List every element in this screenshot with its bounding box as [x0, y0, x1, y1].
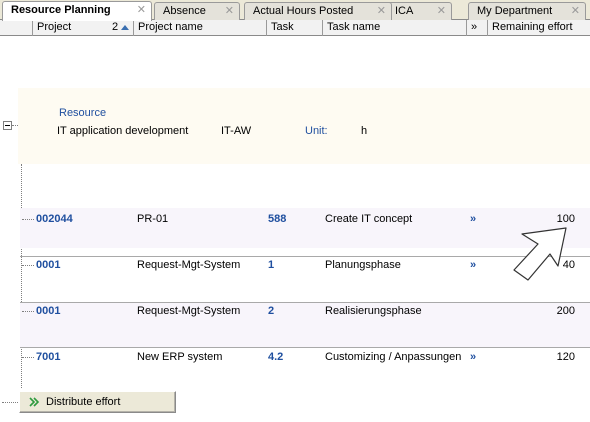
resource-heading: Resource: [59, 107, 107, 119]
tab-my-department[interactable]: My Department ✕: [468, 2, 586, 20]
tree-connector: [22, 357, 34, 358]
task-link[interactable]: 1: [268, 259, 274, 271]
distribute-effort-label: Distribute effort: [46, 396, 121, 408]
task-name: Create IT concept: [325, 213, 413, 225]
tree-connector: [22, 311, 34, 312]
column-more[interactable]: »: [466, 20, 487, 36]
details-chevron-icon[interactable]: »: [470, 259, 476, 271]
collapse-toggle-icon[interactable]: [3, 121, 12, 130]
details-chevron-icon[interactable]: »: [470, 351, 476, 363]
tab-absence[interactable]: Absence ✕: [154, 2, 240, 20]
tab-resource-planning[interactable]: Resource Planning ✕: [2, 1, 152, 21]
project-name: Request-Mgt-System: [137, 305, 241, 317]
project-name: Request-Mgt-System: [137, 259, 241, 271]
project-link[interactable]: 0001: [36, 259, 60, 271]
tab-label: Absence: [163, 5, 206, 17]
close-icon[interactable]: ✕: [137, 2, 146, 18]
column-project-name[interactable]: Project name: [133, 20, 265, 36]
tab-ica[interactable]: ICA ✕: [386, 2, 452, 20]
resource-name: IT application development: [57, 125, 189, 137]
tree-connector: [2, 402, 20, 403]
project-name: PR-01: [137, 213, 169, 225]
project-link[interactable]: 7001: [36, 351, 60, 363]
sort-index: 2: [112, 21, 119, 33]
unit-value: h: [361, 125, 368, 137]
remaining-effort-value[interactable]: 120: [515, 351, 575, 363]
sort-ascending-icon[interactable]: [121, 25, 129, 30]
project-link[interactable]: 0001: [36, 305, 60, 317]
column-more-label: »: [471, 21, 478, 33]
tab-label: My Department: [477, 5, 553, 17]
column-project-label: Project: [37, 21, 72, 33]
task-name: Planungsphase: [325, 259, 401, 271]
project-link[interactable]: 002044: [36, 213, 73, 225]
close-icon[interactable]: ✕: [225, 3, 234, 19]
close-icon[interactable]: ✕: [437, 3, 446, 19]
column-task-name-label: Task name: [327, 21, 381, 33]
column-task[interactable]: Task: [266, 20, 322, 36]
row-divider: [20, 347, 590, 348]
column-remaining-effort[interactable]: Remaining effort: [487, 20, 590, 36]
unit-label: Unit:: [305, 125, 328, 137]
tree-connector: [12, 125, 18, 126]
tree-connector: [22, 265, 34, 266]
close-icon[interactable]: ✕: [377, 3, 386, 19]
close-icon[interactable]: ✕: [571, 3, 580, 19]
task-link[interactable]: 4.2: [268, 351, 283, 363]
task-link[interactable]: 2: [268, 305, 274, 317]
column-task-name[interactable]: Task name: [322, 20, 466, 36]
table-row[interactable]: [20, 208, 590, 248]
chevron-right-icon: [29, 397, 40, 407]
tree-line: [21, 164, 22, 388]
tab-label: ICA: [395, 5, 414, 17]
task-link[interactable]: 588: [268, 213, 286, 225]
tree-connector: [22, 219, 34, 220]
column-task-label: Task: [271, 21, 294, 33]
tab-strip: My Department ✕ ICA ✕ Actual Hours Poste…: [0, 0, 590, 21]
remaining-effort-value[interactable]: 200: [515, 305, 575, 317]
task-name: Realisierungsphase: [325, 305, 422, 317]
details-chevron-icon[interactable]: »: [470, 213, 476, 225]
column-project-name-label: Project name: [138, 21, 203, 33]
table-row[interactable]: [20, 303, 590, 347]
tab-label: Resource Planning: [11, 4, 111, 16]
column-header: Project 2 Project name Task Task name » …: [0, 20, 590, 36]
row-divider: [20, 256, 590, 257]
distribute-effort-button[interactable]: Distribute effort: [19, 391, 176, 413]
resource-code: IT-AW: [221, 125, 252, 137]
column-remaining-effort-label: Remaining effort: [492, 21, 573, 33]
project-name: New ERP system: [137, 351, 223, 363]
task-name: Customizing / Anpassungen: [325, 351, 462, 363]
tab-actual-hours-posted[interactable]: Actual Hours Posted ✕: [244, 2, 392, 20]
tab-label: Actual Hours Posted: [253, 5, 354, 17]
callout-arrow-icon: [513, 227, 567, 281]
